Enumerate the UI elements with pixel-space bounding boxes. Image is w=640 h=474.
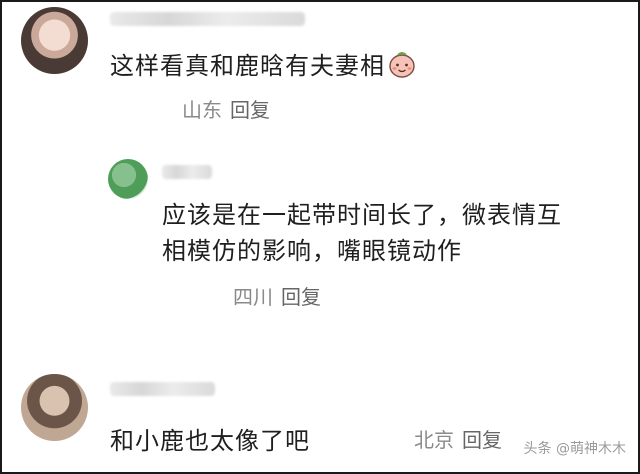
reply-meta: 四川 回复 (233, 284, 321, 310)
reply-text-line-2: 相模仿的影响，嘴眼镜动作 (162, 237, 462, 265)
comment-text: 和小鹿也太像了吧 (110, 427, 310, 455)
comment-thread-frame: 这样看真和鹿晗有夫妻相 山东 回复 应该是在一起带时间长了，微表情互 相模仿的影响… (0, 0, 640, 474)
blurred-username[interactable] (110, 12, 305, 26)
location-label: 山东 (182, 98, 222, 122)
user-avatar[interactable] (21, 7, 88, 74)
location-label: 四川 (233, 285, 273, 309)
blurred-username[interactable] (110, 382, 215, 396)
smiling-face-emoji-icon (389, 52, 415, 78)
reply-user-avatar[interactable] (108, 159, 148, 199)
watermark: 头条 @萌神木木 (523, 441, 626, 457)
comment-text-content: 这样看真和鹿晗有夫妻相 (110, 52, 385, 80)
reply-button[interactable]: 回复 (230, 98, 270, 122)
comment-meta: 北京 回复 (414, 427, 502, 453)
reply-text-line-1: 应该是在一起带时间长了，微表情互 (162, 201, 562, 229)
reply-button[interactable]: 回复 (462, 428, 502, 452)
comment-text: 这样看真和鹿晗有夫妻相 (110, 48, 417, 84)
reply-button[interactable]: 回复 (281, 285, 321, 309)
blurred-reply-username[interactable] (162, 165, 212, 179)
user-avatar[interactable] (21, 374, 88, 441)
comment-meta: 山东 回复 (182, 97, 270, 123)
location-label: 北京 (414, 428, 454, 452)
